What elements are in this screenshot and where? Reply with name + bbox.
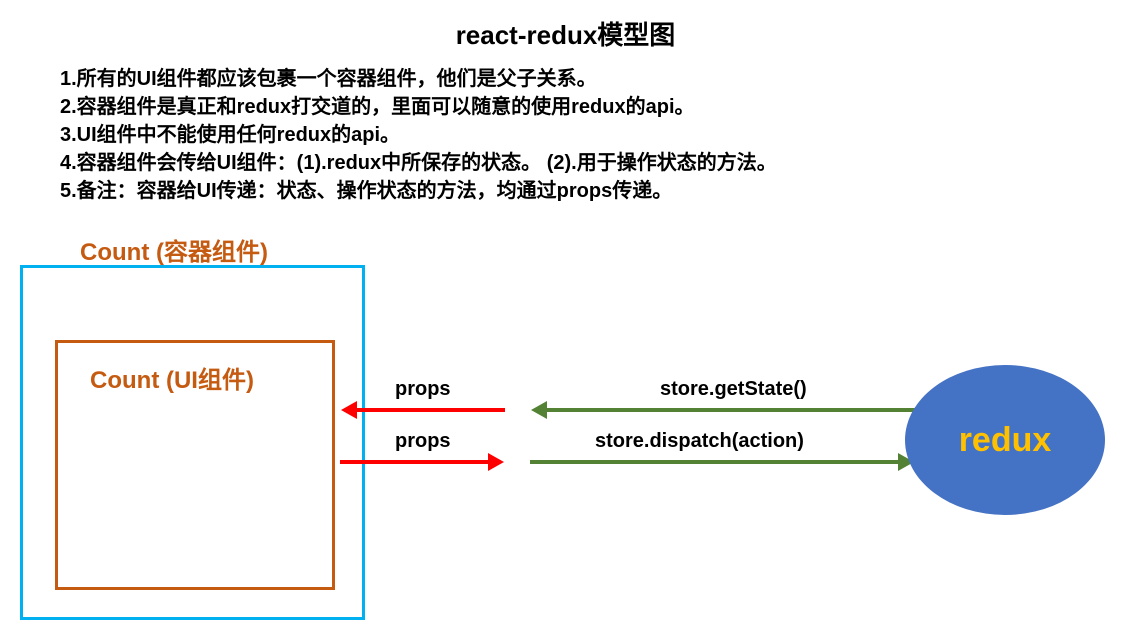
props-in-arrow — [355, 408, 505, 412]
dispatch-label: store.dispatch(action) — [595, 430, 804, 453]
props-out-label: props — [395, 430, 451, 453]
container-component-label: Count (容器组件) — [80, 232, 268, 267]
notes-block: 1.所有的UI组件都应该包裹一个容器组件，他们是父子关系。 2.容器组件是真正和… — [60, 65, 777, 205]
redux-store: redux — [905, 365, 1105, 515]
note-line-4: 4.容器组件会传给UI组件：(1).redux中所保存的状态。 (2).用于操作… — [60, 149, 777, 177]
note-line-3: 3.UI组件中不能使用任何redux的api。 — [60, 121, 777, 149]
dispatch-arrow — [530, 460, 900, 464]
getstate-arrow — [545, 408, 915, 412]
diagram-title: react-redux模型图 — [0, 15, 1131, 52]
note-line-1: 1.所有的UI组件都应该包裹一个容器组件，他们是父子关系。 — [60, 65, 777, 93]
note-line-2: 2.容器组件是真正和redux打交道的，里面可以随意的使用redux的api。 — [60, 93, 777, 121]
props-in-label: props — [395, 378, 451, 401]
redux-label: redux — [959, 421, 1052, 460]
ui-component-label: Count (UI组件) — [90, 360, 254, 395]
getstate-label: store.getState() — [660, 378, 807, 401]
note-line-5: 5.备注：容器给UI传递：状态、操作状态的方法，均通过props传递。 — [60, 177, 777, 205]
props-out-arrow — [340, 460, 490, 464]
